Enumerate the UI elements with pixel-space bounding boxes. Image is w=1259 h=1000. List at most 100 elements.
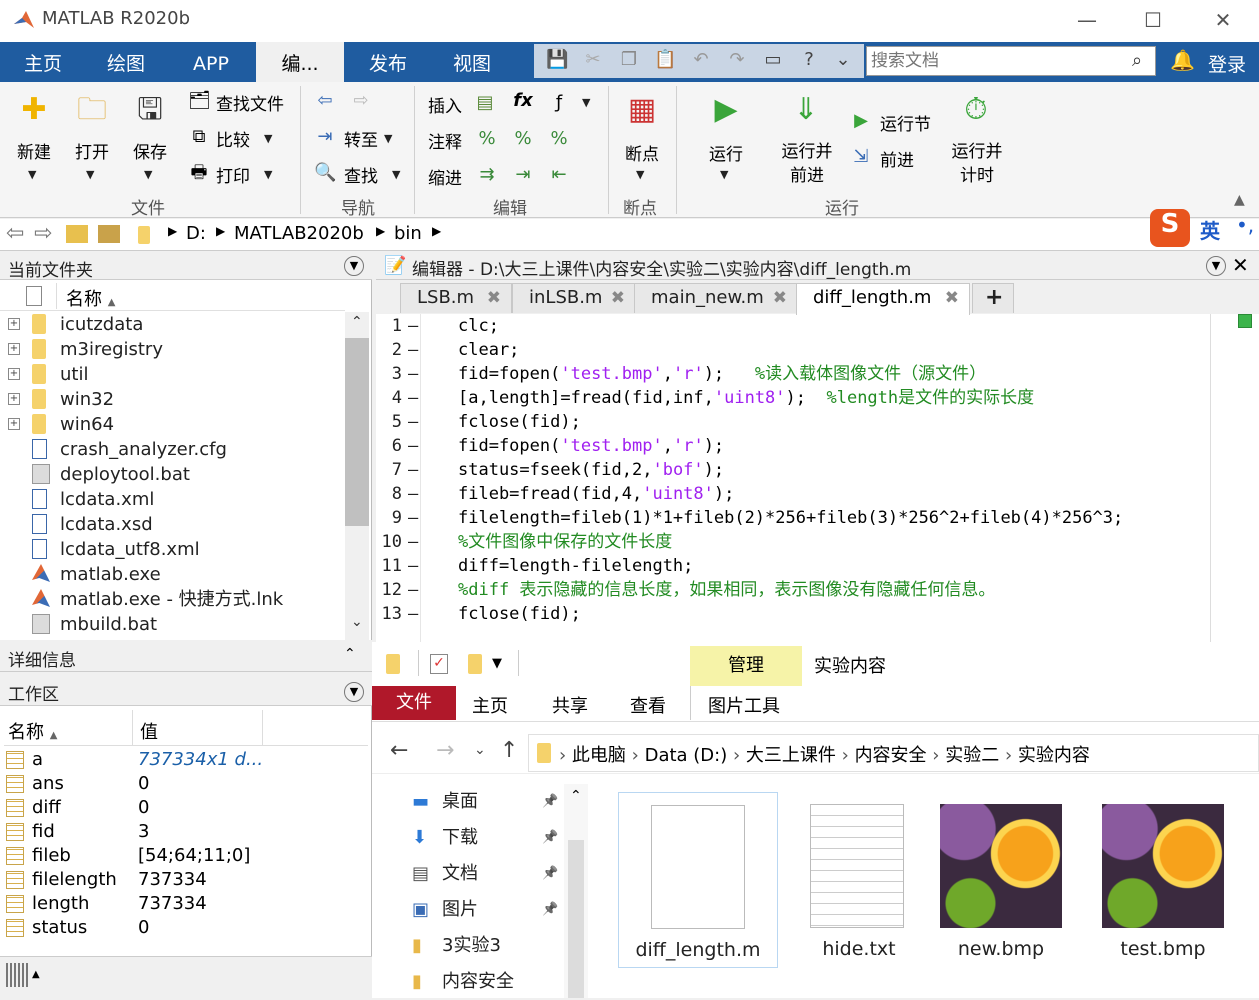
chevron-right-icon[interactable]: › [727,745,746,766]
back-icon[interactable]: ⇦ [314,90,336,112]
minimize-button[interactable]: — [1072,6,1102,34]
chevron-down-icon[interactable]: ▼ [720,168,728,181]
path-segment[interactable]: 实验二 [945,745,999,766]
breakpoint-marker[interactable]: – [408,314,418,338]
chevron-right-icon[interactable]: › [559,745,572,766]
file-tile[interactable]: new.bmp [940,792,1100,968]
cut-icon[interactable]: ✂ [582,49,604,71]
increase-indent-icon[interactable]: ⇥ [512,164,534,186]
file-tile[interactable]: test.bmp [1102,792,1259,968]
tab-home[interactable]: 主页 [18,42,68,82]
chevron-down-icon[interactable]: ▼ [264,132,272,145]
help-icon[interactable]: ? [798,49,820,71]
nav-item[interactable]: ⬇ 下载 📌 [412,820,562,856]
tab-lsb[interactable]: LSB.m ✖ [400,283,512,313]
code-line[interactable]: 9– filelength=fileb(1)*1+fileb(2)*256+fil… [376,506,1216,530]
ime-mode-label[interactable]: 英 [1200,215,1220,244]
bell-icon[interactable]: 🔔 [1170,48,1195,72]
panel-actions-icon[interactable]: ▼ [344,682,364,702]
vertical-scrollbar[interactable]: ⌃ ⌄ [345,312,369,640]
name-column-header[interactable]: 名称 ▲ [8,718,57,744]
run-advance-icon[interactable]: ⇓ [788,92,824,128]
workspace-variable-row[interactable]: fid 3 [0,820,370,844]
expand-icon[interactable]: + [8,418,20,430]
code-line[interactable]: 6– fid=fopen('test.bmp','r'); [376,434,1216,458]
scroll-down-icon[interactable]: ⌄ [351,614,363,630]
line-number[interactable]: 13 [378,602,402,626]
properties-icon[interactable]: ✓ [430,654,448,674]
line-number[interactable]: 5 [378,410,402,434]
code-line[interactable]: 11– diff=length-filelength; [376,554,1216,578]
tab-share[interactable]: 共享 [552,692,588,718]
breakpoint-marker[interactable]: – [408,554,418,578]
pin-icon[interactable]: 📌 [542,820,558,856]
path-segment[interactable]: 此电脑 [572,745,626,766]
code-area[interactable]: 1– clc; 2– clear; 3– fid=fopen('test.bmp','r'… [376,314,1216,642]
save-icon[interactable]: 💾 [546,49,568,71]
search-icon[interactable]: ⌕ [1132,50,1142,71]
collapse-ribbon-icon[interactable]: ▲ [1234,192,1245,208]
print-button[interactable]: 打印 [216,162,250,187]
browse-folder-icon[interactable] [98,225,120,243]
scroll-up-icon[interactable]: ⌃ [351,314,363,330]
expand-icon[interactable]: + [8,318,20,330]
line-number[interactable]: 3 [378,362,402,386]
code-line[interactable]: 7– status=fseek(fid,2,'bof'); [376,458,1216,482]
tab-file[interactable]: 文件 [372,686,456,720]
expand-icon[interactable]: + [8,343,20,355]
breakpoint-marker[interactable]: – [408,482,418,506]
chevron-right-icon[interactable]: › [836,745,855,766]
chevron-right-icon[interactable]: › [999,745,1018,766]
line-number[interactable]: 12 [378,578,402,602]
breakpoint-marker[interactable]: – [408,506,418,530]
file-list-item[interactable]: matlab.exe - 快捷方式.lnk [0,587,345,612]
code-analyzer-status-icon[interactable] [1238,314,1252,328]
scrollbar-thumb[interactable] [568,840,584,998]
up-icon[interactable]: ↑ [500,738,518,763]
close-icon[interactable]: ✖ [773,284,787,312]
file-list-item[interactable]: deploytool.bat [0,462,345,487]
recent-locations-icon[interactable]: ⌄ [474,742,486,758]
forward-icon[interactable]: ⇨ [350,90,372,112]
new-icon[interactable]: ✚ [16,92,52,128]
breakpoint-marker[interactable]: – [408,530,418,554]
pin-icon[interactable]: 📌 [542,892,558,928]
path-segment[interactable]: 实验内容 [1018,745,1090,766]
code-line[interactable]: 4– [a,length]=fread(fid,inf,'uint8'); %le… [376,386,1216,410]
wrap-comment-icon[interactable]: % [548,128,570,150]
panel-actions-icon[interactable]: ▼ [344,256,364,276]
insert-function-icon[interactable]: ƒ [548,92,570,114]
ime-punct-icon[interactable]: •, [1236,213,1254,237]
breakpoint-marker[interactable]: – [408,362,418,386]
breakpoint-marker[interactable]: – [408,386,418,410]
resize-grip-icon[interactable] [6,963,30,987]
pin-icon[interactable]: 📌 [542,856,558,892]
code-line[interactable]: 8– fileb=fread(fid,4,'uint8'); [376,482,1216,506]
run-advance-button[interactable]: 运行并 前进 [774,140,840,188]
uncomment-icon[interactable]: % [512,128,534,150]
scrollbar-thumb[interactable] [345,338,369,526]
file-list-item[interactable]: mbuild.bat [0,612,345,637]
code-line[interactable]: 13– fclose(fid); [376,602,1216,626]
breakpoint-marker[interactable]: – [408,578,418,602]
workspace-variable-row[interactable]: length 737334 [0,892,370,916]
workspace-variable-row[interactable]: status 0 [0,916,370,940]
file-tile[interactable]: diff_length.m [618,792,778,968]
find-files-button[interactable]: 查找文件 [216,90,284,115]
back-icon[interactable]: ⇦ [6,221,24,246]
tab-home[interactable]: 主页 [472,692,508,718]
run-icon[interactable]: ▶ [708,92,744,128]
redo-icon[interactable]: ↷ [726,49,748,71]
file-list-item[interactable]: + win64 [0,412,345,437]
chevron-down-icon[interactable]: ▼ [86,168,94,181]
open-folder-icon[interactable]: 🗀 [74,92,110,128]
line-number[interactable]: 2 [378,338,402,362]
tab-apps[interactable]: APP [184,42,238,82]
file-list-item[interactable]: lcdata.xml [0,487,345,512]
code-line[interactable]: 10– %文件图像中保存的文件长度 [376,530,1216,554]
file-list-item[interactable]: + util [0,362,345,387]
run-button[interactable]: 运行 [698,140,754,165]
value-column-header[interactable]: 值 [140,718,158,744]
login-link[interactable]: 登录 [1208,50,1246,77]
tab-main-new[interactable]: main_new.m ✖ [634,283,798,313]
